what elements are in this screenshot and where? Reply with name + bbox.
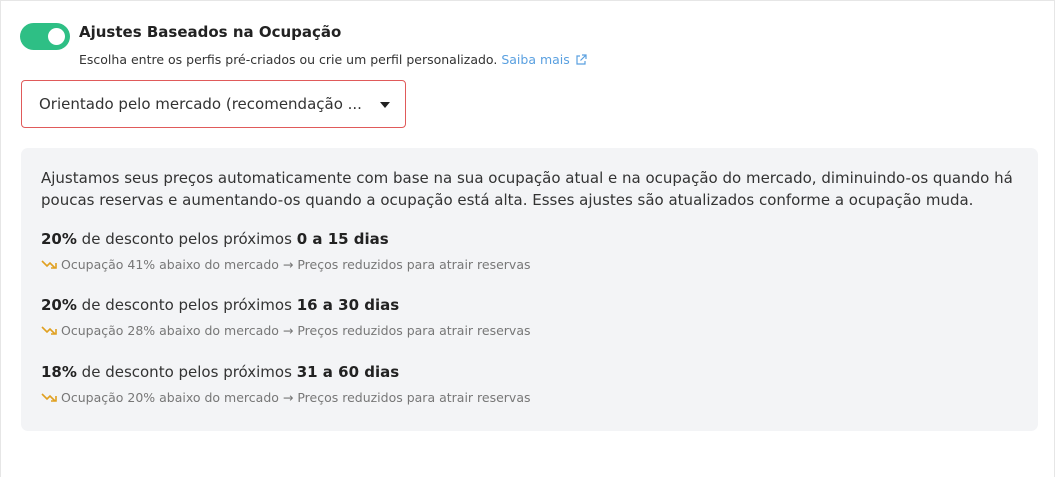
discount-percentage: 20% xyxy=(41,230,77,248)
learn-more-link[interactable]: Saiba mais xyxy=(501,52,587,69)
trending-down-icon xyxy=(41,391,57,406)
external-link-icon xyxy=(575,54,587,69)
discount-range: 0 a 15 dias xyxy=(296,230,389,248)
discount-rule: 18% de desconto pelos próximos 31 a 60 d… xyxy=(41,363,531,406)
occupancy-settings-panel: Ajustes Baseados na Ocupação Escolha ent… xyxy=(0,0,1055,477)
trending-down-icon xyxy=(41,324,57,339)
discount-rule-detail: Ocupação 20% abaixo do mercado → Preços … xyxy=(41,390,531,406)
profile-select-value: Orientado pelo mercado (recomendação ... xyxy=(39,95,362,113)
learn-more-label: Saiba mais xyxy=(501,52,570,67)
discount-range: 31 a 60 dias xyxy=(296,363,400,381)
discount-detail-text: Ocupação 41% abaixo do mercado → Preços … xyxy=(61,257,531,272)
discount-rule-headline: 20% de desconto pelos próximos 0 a 15 di… xyxy=(41,230,531,248)
discount-text: de desconto pelos próximos xyxy=(76,230,297,248)
section-title: Ajustes Baseados na Ocupação xyxy=(79,23,342,41)
discount-range: 16 a 30 dias xyxy=(296,296,400,314)
discount-percentage: 20% xyxy=(41,296,77,314)
occupancy-adjustments-toggle[interactable] xyxy=(20,23,70,50)
subtitle-text: Escolha entre os perfis pré-criados ou c… xyxy=(79,52,498,67)
discount-rule-detail: Ocupação 41% abaixo do mercado → Preços … xyxy=(41,257,531,273)
discount-rule: 20% de desconto pelos próximos 16 a 30 d… xyxy=(41,296,531,339)
discount-rule-headline: 20% de desconto pelos próximos 16 a 30 d… xyxy=(41,296,531,314)
pricing-info-box: Ajustamos seus preços automaticamente co… xyxy=(21,148,1038,431)
discount-text: de desconto pelos próximos xyxy=(76,363,297,381)
discount-rule-detail: Ocupação 28% abaixo do mercado → Preços … xyxy=(41,323,531,339)
discount-detail-text: Ocupação 20% abaixo do mercado → Preços … xyxy=(61,390,531,405)
discount-text: de desconto pelos próximos xyxy=(76,296,297,314)
discount-rule: 20% de desconto pelos próximos 0 a 15 di… xyxy=(41,230,531,273)
toggle-knob xyxy=(48,28,65,45)
profile-select[interactable]: Orientado pelo mercado (recomendação ... xyxy=(21,80,406,128)
pricing-description: Ajustamos seus preços automaticamente co… xyxy=(41,169,1013,209)
discount-detail-text: Ocupação 28% abaixo do mercado → Preços … xyxy=(61,323,531,338)
discount-percentage: 18% xyxy=(41,363,77,381)
section-subtitle: Escolha entre os perfis pré-criados ou c… xyxy=(79,52,587,69)
caret-down-icon xyxy=(380,102,390,108)
discount-rule-headline: 18% de desconto pelos próximos 31 a 60 d… xyxy=(41,363,531,381)
trending-down-icon xyxy=(41,258,57,273)
